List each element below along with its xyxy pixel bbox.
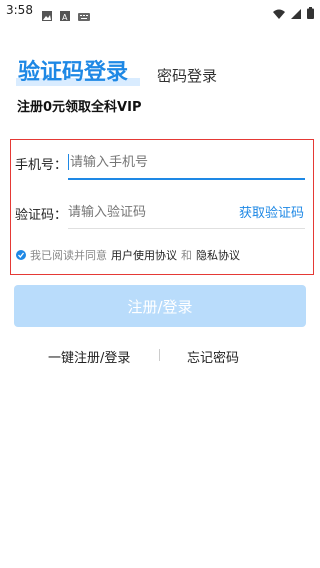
page-title[interactable]: 验证码登录	[14, 54, 132, 86]
status-time: 3:58	[6, 3, 33, 17]
agreement-and: 和	[181, 249, 192, 262]
code-input[interactable]	[68, 203, 218, 221]
checkbox-checked-icon[interactable]	[16, 250, 26, 260]
a-icon: A	[60, 6, 70, 25]
link-divider	[159, 349, 160, 361]
get-code-button[interactable]: 获取验证码	[239, 202, 304, 221]
code-label: 验证码：	[15, 208, 68, 223]
text-caret	[68, 154, 69, 170]
status-bar: 3:58 A	[0, 0, 320, 24]
submit-button[interactable]: 注册/登录	[14, 285, 306, 327]
phone-input[interactable]	[70, 153, 300, 171]
agreement-row: 我已阅读并同意 用户使用协议 和 隐私协议	[16, 247, 240, 263]
forgot-password-link[interactable]: 忘记密码	[187, 347, 239, 366]
phone-label: 手机号：	[15, 158, 68, 173]
svg-text:A: A	[62, 13, 68, 21]
code-underline	[68, 228, 305, 229]
password-login-tab[interactable]: 密码登录	[157, 65, 217, 86]
privacy-link[interactable]: 隐私协议	[196, 247, 240, 263]
signal-icon	[291, 4, 301, 23]
battery-icon	[307, 4, 314, 23]
wifi-icon	[273, 4, 285, 23]
promo-text: 注册0元领取全科VIP	[17, 100, 142, 115]
image-icon	[42, 6, 52, 25]
keyboard-icon	[78, 6, 90, 25]
phone-underline	[68, 178, 305, 180]
one-click-login-link[interactable]: 一键注册/登录	[48, 347, 130, 366]
user-agreement-link[interactable]: 用户使用协议	[111, 247, 177, 263]
agreement-prefix: 我已阅读并同意	[30, 249, 107, 262]
